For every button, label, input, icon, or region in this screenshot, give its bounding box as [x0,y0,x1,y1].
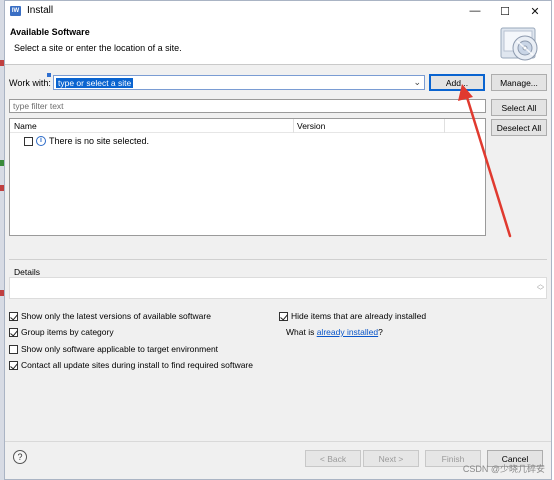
help-icon[interactable]: ? [13,450,27,464]
add-button[interactable]: Add... [429,74,485,91]
wizard-banner: Available Software Select a site or ente… [5,21,551,65]
what-is-installed-text: What is already installed ? [286,327,383,337]
show-latest-label: Show only the latest versions of availab… [21,311,211,321]
option-show-latest[interactable]: Show only the latest versions of availab… [9,311,211,321]
next-button[interactable]: Next > [363,450,419,467]
target-environment-checkbox[interactable] [9,344,18,354]
manage-button[interactable]: Manage... [491,74,547,91]
hide-installed-label: Hide items that are already installed [291,311,427,321]
info-icon: i [36,136,46,146]
column-header-name[interactable]: Name [14,121,37,131]
page-subtitle: Select a site or enter the location of a… [14,43,182,53]
watermark: CSDN @少晓几碎安 [462,464,545,474]
already-installed-link[interactable]: already installed [317,327,378,337]
option-target-environment[interactable]: Show only software applicable to target … [9,344,218,354]
row-checkbox[interactable] [24,136,33,146]
work-with-value: type or select a site [56,78,134,88]
deselect-all-button[interactable]: Deselect All [491,119,547,136]
select-all-button[interactable]: Select All [491,99,547,116]
details-label: Details [14,267,40,277]
scroll-up-icon[interactable]: ︿ [537,281,544,288]
contact-sites-checkbox[interactable] [9,360,18,370]
title-bar: IW Install — ☐ ✕ [5,1,551,21]
maximize-icon: ☐ [500,5,510,18]
content-assist-icon [47,73,51,77]
install-disc-icon [500,27,538,61]
minimize-button[interactable]: — [461,1,489,21]
group-by-category-checkbox[interactable] [9,327,18,337]
software-tree[interactable]: Name Version i There is no site selected… [9,118,486,236]
install-dialog: IW Install — ☐ ✕ Available Software Sele… [4,0,552,480]
tree-row[interactable]: i There is no site selected. [24,135,149,147]
hide-installed-checkbox[interactable] [279,311,288,321]
what-is-suffix: ? [378,327,383,337]
group-by-category-label: Group items by category [21,327,114,337]
footer-divider [5,441,551,442]
column-header-version[interactable]: Version [297,121,325,131]
tree-row-text: There is no site selected. [49,136,150,146]
contact-sites-label: Contact all update sites during install … [21,360,253,370]
option-hide-installed[interactable]: Hide items that are already installed [279,311,426,321]
show-latest-checkbox[interactable] [9,311,18,321]
work-with-label: Work with: [9,78,51,88]
option-contact-sites[interactable]: Contact all update sites during install … [9,360,253,370]
details-panel: ︿ ﹀ [9,277,547,299]
minimize-icon: — [469,5,481,17]
filter-input[interactable]: type filter text [9,99,486,113]
window-title: Install [27,5,54,16]
scroll-down-icon[interactable]: ﹀ [537,288,544,295]
page-title: Available Software [10,27,90,37]
app-icon: IW [10,6,21,16]
close-button[interactable]: ✕ [521,1,549,21]
back-button[interactable]: < Back [305,450,361,467]
target-environment-label: Show only software applicable to target … [21,344,219,354]
what-is-prefix: What is [286,327,317,337]
column-divider[interactable] [444,119,445,133]
chevron-down-icon[interactable]: ⌄ [413,77,421,88]
column-divider[interactable] [293,119,294,133]
maximize-button[interactable]: ☐ [491,1,519,21]
tree-header: Name Version [10,119,485,133]
details-divider[interactable] [9,259,547,260]
work-with-combo[interactable]: type or select a site ⌄ [53,75,425,90]
option-group-by-category[interactable]: Group items by category [9,327,114,337]
close-icon: ✕ [530,5,540,18]
